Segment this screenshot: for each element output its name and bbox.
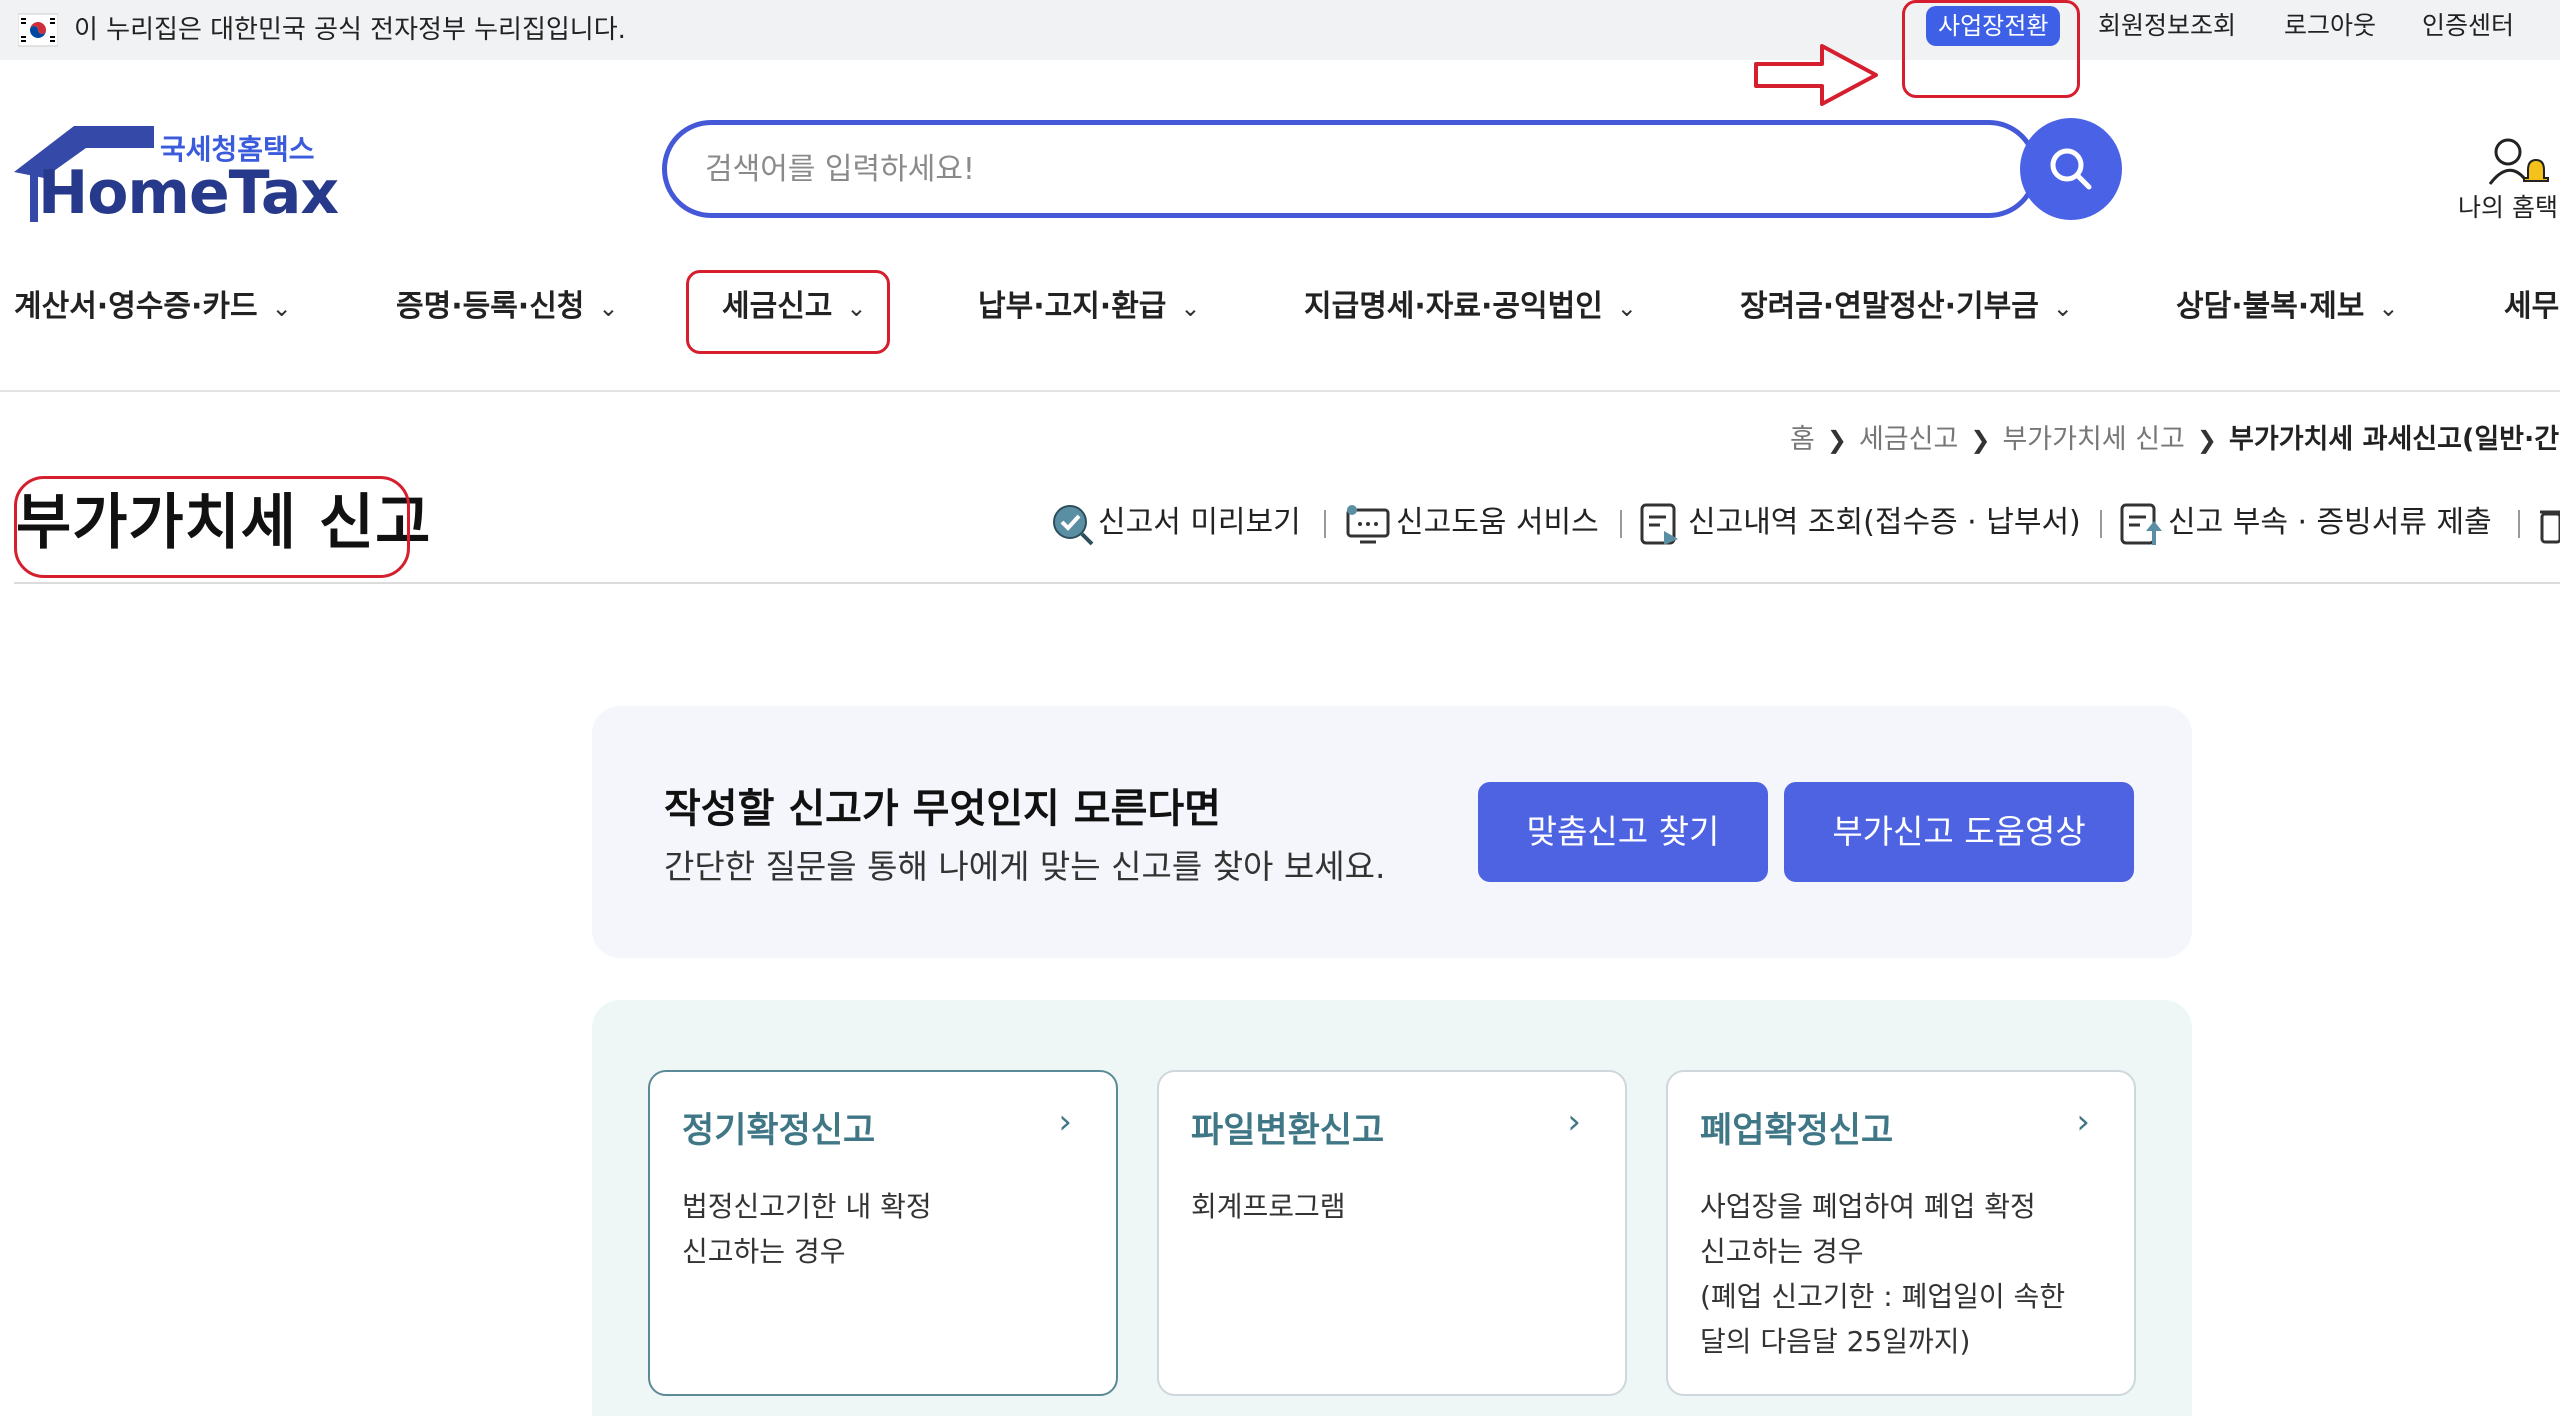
chevron-right-icon: › <box>1567 1102 1581 1142</box>
gnb-label: 지급명세·자료·공익법인 <box>1304 289 1603 324</box>
chevron-right-icon: › <box>2076 1102 2090 1142</box>
chevron-down-icon: ⌄ <box>271 294 292 322</box>
quick-link-label: 신고내역 조회(접수증 · 납부서) <box>1688 505 2081 540</box>
gnb-label: 계산서·영수증·카드 <box>14 289 258 324</box>
quick-link-submit-docs[interactable]: 신고 부속 · 증빙서류 제출 <box>2118 498 2492 548</box>
divider <box>2518 510 2520 538</box>
cert-center-link[interactable]: 인증센터 <box>2422 4 2514 48</box>
gnb-item-incentives[interactable]: 장려금·연말정산·기부금 ⌄ <box>1740 282 2073 333</box>
search-icon <box>2050 148 2092 190</box>
gnb-label: 세무 <box>2504 289 2560 324</box>
monitor-help-icon <box>1346 504 1390 543</box>
card-description: 회계프로그램 <box>1191 1190 1346 1223</box>
gnb-label: 납부·고지·환급 <box>978 289 1167 324</box>
gnb-label: 상담·불복·제보 <box>2176 289 2365 324</box>
gnb-item-more[interactable]: 세무 <box>2504 282 2559 332</box>
banner-title: 작성할 신고가 무엇인지 모른다면 <box>664 786 1221 832</box>
gnb-item-certificates[interactable]: 증명·등록·신청 ⌄ <box>396 282 619 333</box>
gnb-item-consulting[interactable]: 상담·불복·제보 ⌄ <box>2176 282 2399 333</box>
chevron-down-icon: ⌄ <box>2052 294 2073 322</box>
quick-link-label: 신고 부속 · 증빙서류 제출 <box>2168 505 2492 540</box>
chevron-right-icon: › <box>1058 1102 1072 1142</box>
gnb-item-receipts[interactable]: 계산서·영수증·카드 ⌄ <box>14 282 292 333</box>
card-description: 사업장을 폐업하여 폐업 확정 신고하는 경우 (폐업 신고기한 : 폐업일이 … <box>1700 1190 2066 1358</box>
chevron-right-icon: ❯ <box>1970 426 1991 454</box>
member-info-link[interactable]: 회원정보조회 <box>2098 4 2236 48</box>
title-divider <box>14 582 2560 584</box>
breadcrumb-current: 부가가치세 과세신고(일반·간 <box>2229 424 2560 455</box>
custom-filing-button[interactable]: 맞춤신고 찾기 <box>1478 782 1768 882</box>
search-check-icon <box>1053 504 1094 545</box>
chevron-down-icon: ⌄ <box>598 294 619 322</box>
korea-flag-icon <box>18 13 58 47</box>
search-button[interactable] <box>2020 118 2122 220</box>
document-history-icon <box>1640 503 1678 545</box>
logo-wordmark[interactable]: HomeTax <box>38 158 339 228</box>
document-upload-icon <box>2120 503 2162 545</box>
divider <box>2100 510 2102 538</box>
card-title: 정기확정신고 <box>682 1111 876 1151</box>
quick-link-history[interactable]: 신고내역 조회(접수증 · 납부서) <box>1638 498 2081 548</box>
gnb-label: 장려금·연말정산·기부금 <box>1740 289 2039 324</box>
quick-link-help-service[interactable]: 신고도움 서비스 <box>1344 498 1599 548</box>
quick-link-label: 신고도움 서비스 <box>1396 505 1599 540</box>
trash-icon[interactable] <box>2536 504 2560 546</box>
filing-card-file-conversion[interactable]: 파일변환신고 › 회계프로그램 <box>1157 1070 1627 1396</box>
logout-link[interactable]: 로그아웃 <box>2284 4 2376 48</box>
gnb-item-statements[interactable]: 지급명세·자료·공익법인 ⌄ <box>1304 282 1637 333</box>
gnb-label: 증명·등록·신청 <box>396 289 585 324</box>
gnb-item-payment[interactable]: 납부·고지·환급 ⌄ <box>978 282 1201 333</box>
breadcrumb: 홈 ❯ 세금신고 ❯ 부가가치세 신고 ❯ 부가가치세 과세신고(일반·간 <box>1790 420 2559 460</box>
annotation-box-page-title <box>14 476 410 578</box>
banner-subtitle: 간단한 질문을 통해 나에게 맞는 신고를 찾아 보세요. <box>664 847 1386 886</box>
chevron-down-icon: ⌄ <box>1616 294 1637 322</box>
breadcrumb-vat[interactable]: 부가가치세 신고 <box>2002 424 2184 455</box>
chevron-right-icon: ❯ <box>1826 426 1847 454</box>
annotation-arrow-icon <box>1754 44 1878 106</box>
filing-card-regular[interactable]: 정기확정신고 › 법정신고기한 내 확정 신고하는 경우 <box>648 1070 1118 1396</box>
quick-link-preview[interactable]: 신고서 미리보기 <box>1050 498 1301 548</box>
my-hometax-label[interactable]: 나의 홈택 <box>2458 188 2558 224</box>
breadcrumb-home[interactable]: 홈 <box>1790 424 1815 455</box>
search-bar <box>662 120 2038 218</box>
annotation-box-switch <box>1902 0 2080 98</box>
gov-banner-text: 이 누리집은 대한민국 공식 전자정부 누리집입니다. <box>74 15 626 45</box>
card-title: 폐업확정신고 <box>1700 1111 1894 1151</box>
annotation-box-tax-filing <box>686 270 890 354</box>
search-input[interactable] <box>705 145 1905 193</box>
chevron-down-icon: ⌄ <box>1180 294 1201 322</box>
filing-card-closure[interactable]: 폐업확정신고 › 사업장을 폐업하여 폐업 확정 신고하는 경우 (폐업 신고기… <box>1666 1070 2136 1396</box>
divider <box>1620 510 1622 538</box>
gnb-divider <box>0 390 2560 392</box>
chevron-right-icon: ❯ <box>2196 426 2218 454</box>
quick-link-label: 신고서 미리보기 <box>1098 505 1301 540</box>
help-video-button[interactable]: 부가신고 도움영상 <box>1784 782 2134 882</box>
divider <box>1324 510 1326 538</box>
chevron-down-icon: ⌄ <box>2378 294 2399 322</box>
card-title: 파일변환신고 <box>1191 1111 1385 1151</box>
breadcrumb-tax-filing[interactable]: 세금신고 <box>1859 424 1958 455</box>
card-description: 법정신고기한 내 확정 신고하는 경우 <box>682 1190 932 1268</box>
